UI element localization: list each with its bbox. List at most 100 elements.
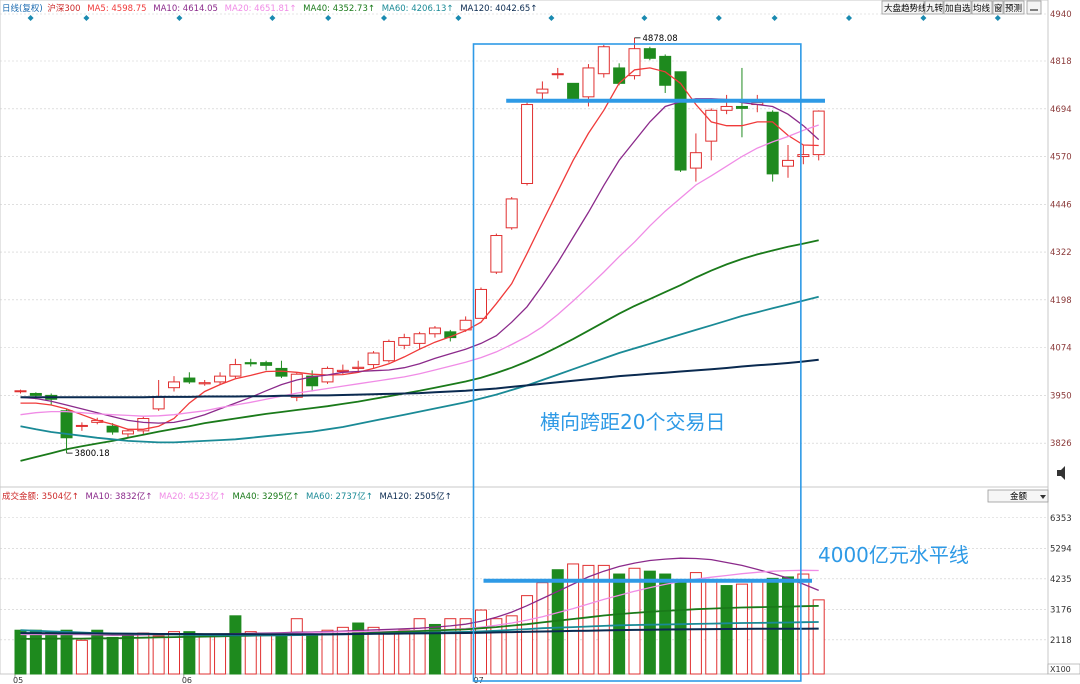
legend-vol-ma40: MA40: 3295亿↑ [233, 491, 300, 502]
candle-body [121, 430, 134, 435]
price-tick-label: 4818 [1050, 57, 1072, 67]
toolbar-forecast-label: 预测 [1005, 3, 1022, 14]
toolbar-nine-label: 九转 [926, 3, 944, 14]
legend-vol-ma10: MA10: 3832亿↑ [86, 491, 153, 502]
candle-body [229, 364, 242, 377]
candle-body [613, 67, 626, 84]
high-label: 4878.08 [643, 34, 678, 44]
candle-body [797, 154, 810, 158]
volume-bar [797, 573, 810, 675]
toolbar-trend-button[interactable]: 大盘趋势线 [881, 0, 927, 15]
volume-bar [214, 635, 227, 675]
legend-ma20: MA20: 4651.81↑ [225, 4, 297, 14]
candle-body [674, 71, 687, 171]
x-tick-label: 05 [13, 676, 23, 684]
stock-chart-window: 4940 4818 4694 4570 4446 4322 4198 4074 3950 3826… [0, 0, 1080, 684]
volume-bar [766, 577, 779, 675]
candle-body [336, 369, 349, 373]
volume-bar [152, 635, 165, 675]
volume-bar [613, 573, 626, 675]
toolbar-minimize-button[interactable] [1026, 0, 1042, 15]
legend-ma60: MA60: 4206.13↑ [382, 4, 454, 14]
volume-bar [674, 579, 687, 675]
volume-bar [398, 629, 411, 675]
legend-vol-ma120: MA120: 2505亿↑ [380, 491, 452, 502]
toolbar-watchlist-button[interactable]: 加自选 [943, 0, 972, 15]
volume-bar [705, 580, 718, 675]
volume-bar [382, 631, 395, 675]
volume-bar [444, 618, 457, 675]
candle-body [244, 362, 257, 365]
volume-bar [413, 618, 426, 675]
candle-body [29, 392, 42, 396]
price-tick-label: 3826 [1050, 439, 1072, 449]
volume-bar [29, 629, 42, 675]
price-tick-label: 4074 [1050, 344, 1072, 354]
volume-bar [244, 631, 257, 675]
volume-bar [91, 629, 104, 675]
toolbar-nine-button[interactable]: 九转 [924, 0, 944, 15]
volume-tick-label: 2118 [1050, 636, 1072, 646]
volume-bar [275, 632, 288, 675]
volume-selector-value: 金额 [1010, 491, 1028, 502]
legend-symbol: 沪深300 [47, 3, 80, 14]
candle-body [260, 362, 273, 366]
candle-body [689, 152, 702, 169]
volume-bar [121, 634, 134, 675]
candle-body [367, 352, 380, 366]
volume-tick-label: 3176 [1050, 605, 1072, 615]
price-tick-label: 4446 [1050, 200, 1072, 210]
volume-tick-label: 5294 [1050, 544, 1072, 554]
legend-period: 日线(复权) [2, 3, 43, 14]
candle-body [214, 375, 227, 383]
legend-ma40: MA40: 4352.73↑ [303, 4, 375, 14]
candle-body [198, 382, 211, 385]
volume-bar [306, 634, 319, 675]
volume-bar [106, 636, 119, 675]
candle-body [475, 288, 487, 319]
volume-tick-label: 6353 [1050, 514, 1072, 524]
volume-bar [459, 618, 472, 675]
volume-bar [75, 639, 88, 675]
candle-body [505, 198, 518, 229]
range-box-label: 横向跨距20个交易日 [540, 410, 725, 434]
legend-vol-ma20: MA20: 4523亿↑ [159, 491, 226, 502]
volume-bar [60, 629, 73, 675]
price-tick-label: 4570 [1050, 153, 1072, 163]
volume-bar [198, 634, 211, 675]
toolbar-ma-label: 均线 [973, 3, 991, 14]
candle-body [567, 82, 580, 100]
candle-body [782, 159, 794, 167]
volume-bar [229, 615, 242, 675]
volume-bar [812, 599, 825, 675]
volume-bar [628, 567, 641, 675]
toolbar-forecast-button[interactable]: 预测 [1003, 0, 1025, 15]
candle-body [643, 48, 656, 59]
candle-body [168, 381, 180, 389]
volume-selector[interactable]: 金额 [987, 489, 1049, 503]
candle-body [720, 105, 733, 111]
candle-body [521, 104, 534, 185]
legend-ma5: MA5: 4598.75 [87, 4, 146, 14]
price-tick-label: 4322 [1050, 248, 1072, 258]
unit-label: X100 [1050, 665, 1071, 674]
toolbar-window-label: 窗 [994, 3, 1003, 14]
price-tick-label: 4198 [1050, 296, 1072, 306]
x-tick-label: 07 [474, 676, 484, 684]
toolbar-watchlist-label: 加自选 [945, 3, 971, 14]
volume-bar [183, 631, 196, 675]
candle-body [597, 46, 610, 75]
price-tick-label: 4940 [1050, 10, 1072, 20]
legend-ma120: MA120: 4042.65↑ [460, 4, 537, 14]
x-axis: 05 06 07 [13, 674, 484, 684]
candle-body [536, 88, 549, 94]
candle-body [551, 73, 564, 76]
candle-body [183, 377, 196, 383]
toolbar-window-button[interactable]: 窗 [992, 0, 1004, 15]
candle-body [490, 235, 503, 273]
volume-bar [14, 629, 27, 675]
volume-bar [290, 618, 303, 675]
volume-bar [782, 576, 794, 675]
toolbar-ma-button[interactable]: 均线 [971, 0, 993, 15]
candle-body [735, 105, 748, 109]
